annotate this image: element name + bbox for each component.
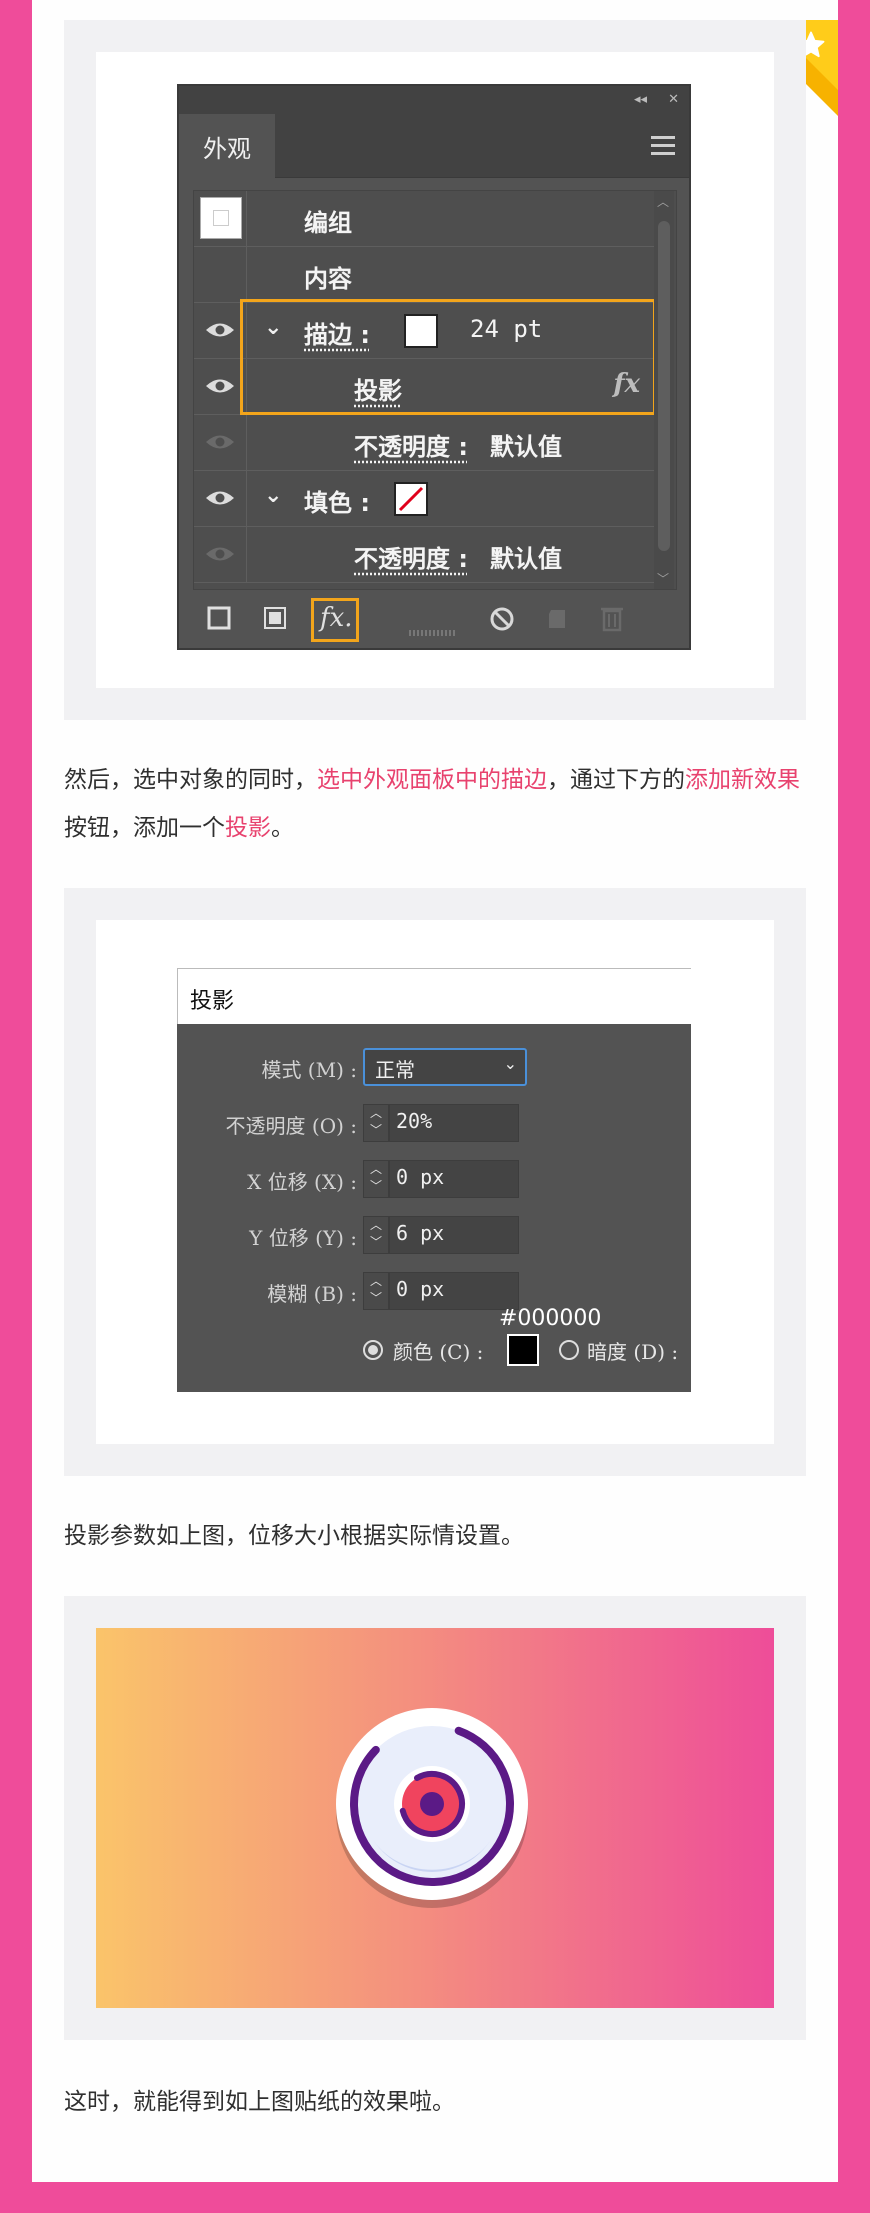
collapse-icon[interactable]: ◂◂ — [634, 92, 647, 107]
mode-label: 模式 (M) : — [261, 1058, 357, 1082]
y-offset-input[interactable]: 6 px — [389, 1216, 519, 1254]
chevron-down-icon[interactable]: ⌄ — [264, 483, 282, 508]
blur-input[interactable]: 0 px — [389, 1272, 519, 1310]
y-offset-row: Y 位移 (Y) : ︿ ﹀ 6 px — [177, 1214, 691, 1254]
scrollbar[interactable]: ︿ ﹀ — [654, 191, 674, 589]
row-label: 编组 — [304, 209, 352, 237]
y-offset-label: Y 位移 (Y) : — [249, 1226, 357, 1250]
eye-icon[interactable] — [204, 319, 236, 341]
panel-menu-icon[interactable] — [651, 136, 675, 160]
blur-label: 模糊 (B) : — [267, 1282, 357, 1306]
article-page: ◂◂ ✕ 外观 编组 内容 ⌄ 描边: 24 pt 投影 fx 不透明度: … — [32, 0, 838, 2182]
row-label[interactable]: 不透明度 : — [354, 539, 468, 574]
duplicate-item-icon — [549, 610, 565, 628]
appearance-list: 编组 内容 ⌄ 描边 : 24 pt 投影 fx 不透明度: 默认值 ⌄ 填色… — [193, 190, 677, 590]
color-hex-label: #000000 — [499, 1306, 602, 1331]
list-item-fill[interactable]: ⌄ 填色 : — [194, 471, 654, 527]
row-value: 默认值 — [490, 433, 562, 461]
darkness-radio[interactable] — [559, 1340, 579, 1360]
clear-appearance-icon[interactable] — [489, 606, 515, 632]
resize-grip[interactable] — [409, 630, 455, 636]
row-label[interactable]: 填色 : — [304, 483, 370, 518]
fill-none-swatch[interactable] — [394, 482, 428, 516]
gradient-background — [96, 1628, 774, 2008]
eye-icon[interactable] — [204, 487, 236, 509]
opacity-label: 不透明度 (O) : — [225, 1114, 357, 1138]
appearance-panel: ◂◂ ✕ 外观 编组 内容 ⌄ 描边: 24 pt 投影 fx 不透明度: … — [177, 84, 691, 650]
figure-sticker-result — [64, 1596, 806, 2040]
row-label[interactable]: 不透明度 : — [354, 427, 468, 462]
darkness-label: 暗度 (D) : — [587, 1340, 679, 1364]
row-value: 默认值 — [490, 545, 562, 573]
x-offset-input[interactable]: 0 px — [389, 1160, 519, 1198]
list-item-opacity[interactable]: 不透明度 : 默认值 — [194, 527, 654, 583]
close-icon[interactable]: ✕ — [668, 92, 679, 107]
y-offset-stepper[interactable]: ︿ ﹀ — [363, 1216, 389, 1254]
eye-icon-disabled — [206, 435, 234, 449]
x-offset-row: X 位移 (X) : ︿ ﹀ 0 px — [177, 1158, 691, 1198]
eye-icon[interactable] — [204, 375, 236, 397]
fill-square-icon[interactable] — [263, 606, 287, 630]
opacity-stepper[interactable]: ︿ ﹀ — [363, 1104, 389, 1142]
group-thumbnail — [200, 197, 242, 239]
opacity-input[interactable]: 20% — [389, 1104, 519, 1142]
x-offset-label: X 位移 (X) : — [247, 1170, 357, 1194]
add-new-effect-button[interactable]: fx. — [311, 598, 359, 642]
blur-row: 模糊 (B) : ︿ ﹀ 0 px — [177, 1270, 691, 1310]
drop-shadow-dialog: 投影 模式 (M) : 正常 ⌄ 不透明度 (O) : ︿ ﹀ 20% X 位移 … — [177, 968, 691, 1392]
dialog-title: 投影 — [177, 968, 691, 1024]
paragraph-shadow-settings: 投影参数如上图，位移大小根据实际情设置。 — [64, 1523, 524, 1549]
panel-footer: fx. — [179, 598, 689, 642]
list-item-opacity[interactable]: 不透明度 : 默认值 — [194, 415, 654, 471]
blend-mode-select[interactable]: 正常 ⌄ — [363, 1048, 527, 1086]
sticker-illustration — [336, 1708, 528, 1908]
fx-icon: fx. — [320, 603, 353, 633]
paragraph-result: 这时，就能得到如上图贴纸的效果啦。 — [64, 2089, 455, 2115]
shadow-color-swatch[interactable] — [507, 1334, 539, 1366]
tab-appearance[interactable]: 外观 — [179, 114, 275, 178]
trash-icon — [601, 607, 623, 632]
mode-row: 模式 (M) : 正常 ⌄ — [177, 1046, 691, 1086]
color-label: 颜色 (C) : — [393, 1340, 484, 1364]
stroke-square-icon[interactable] — [207, 606, 231, 630]
figure-appearance-panel: ◂◂ ✕ 外观 编组 内容 ⌄ 描边: 24 pt 投影 fx 不透明度: … — [64, 20, 806, 720]
chevron-down-icon: ⌄ — [503, 1054, 517, 1073]
opacity-row: 不透明度 (O) : ︿ ﹀ 20% — [177, 1102, 691, 1142]
list-item-group[interactable]: 编组 — [194, 191, 654, 247]
blur-stepper[interactable]: ︿ ﹀ — [363, 1272, 389, 1310]
list-item-contents[interactable]: 内容 — [194, 247, 654, 303]
row-label: 内容 — [304, 265, 352, 293]
eye-icon-disabled — [206, 547, 234, 561]
color-radio[interactable] — [363, 1340, 383, 1360]
x-offset-stepper[interactable]: ︿ ﹀ — [363, 1160, 389, 1198]
stroke-highlight-box — [240, 299, 656, 415]
figure-drop-shadow-dialog: 投影 模式 (M) : 正常 ⌄ 不透明度 (O) : ︿ ﹀ 20% X 位移 … — [64, 888, 806, 1476]
paragraph-instruction: 然后，选中对象的同时，选中外观面板中的描边，通过下方的添加新效果按钮，添加一个投… — [64, 767, 800, 841]
